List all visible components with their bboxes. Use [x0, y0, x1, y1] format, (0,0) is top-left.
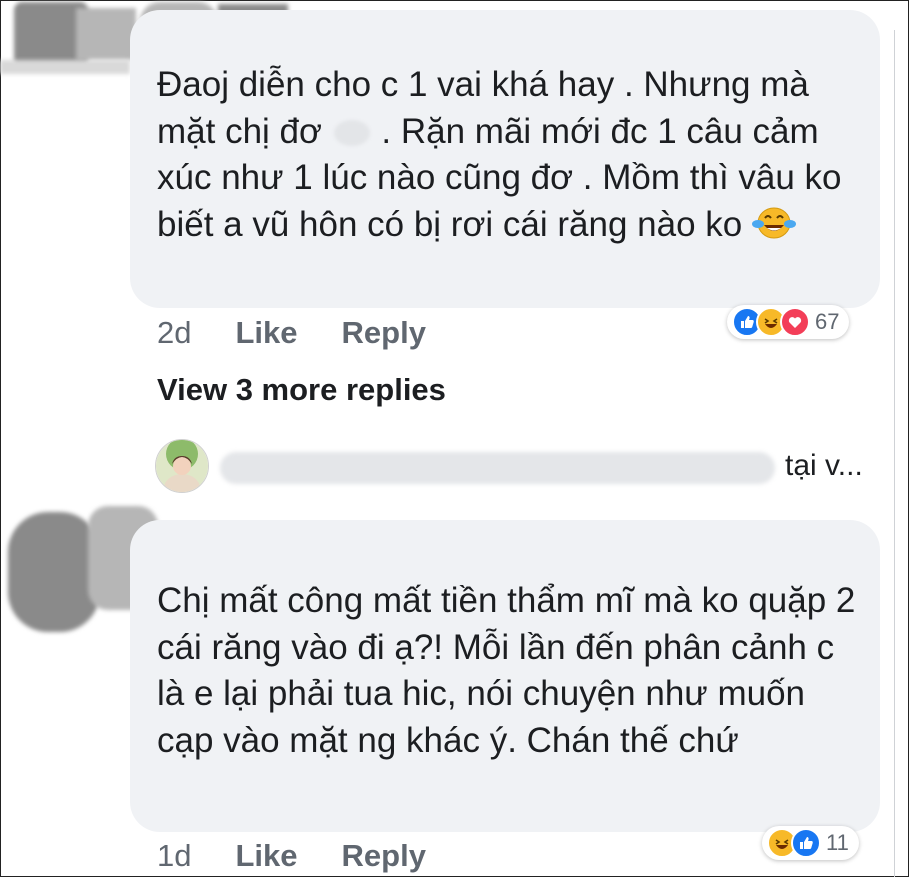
scrollbar-track[interactable] — [894, 30, 909, 877]
comment-timestamp[interactable]: 1d — [157, 838, 191, 874]
love-icon — [780, 307, 810, 337]
comment-bubble: Đaoj diễn cho c 1 vai khá hay . Nhưng mà… — [130, 10, 880, 308]
comment-timestamp[interactable]: 2d — [157, 315, 191, 351]
laughing-tears-emoji — [751, 205, 796, 244]
reaction-summary[interactable]: 11 — [762, 826, 859, 860]
reply-preview-text: tại v... — [785, 449, 863, 482]
reply-preview-row[interactable]: tại v... — [155, 438, 875, 494]
like-button[interactable]: Like — [235, 315, 297, 351]
redacted-word — [333, 120, 370, 147]
avatar — [155, 439, 209, 493]
reaction-count: 11 — [826, 830, 849, 855]
reaction-summary[interactable]: 67 — [727, 305, 850, 339]
reply-author-redacted — [220, 452, 775, 484]
comment-actions: 1d Like Reply — [157, 838, 426, 874]
comment-text: Đaoj diễn cho c 1 vai khá hay . Nhưng mà… — [157, 65, 842, 244]
comment-text: Chị mất công mất tiền thẩm mĩ mà ko quặp… — [157, 581, 856, 760]
reaction-count: 67 — [815, 309, 840, 334]
comment-bubble: Chị mất công mất tiền thẩm mĩ mà ko quặp… — [130, 520, 880, 832]
like-icon — [791, 828, 821, 858]
view-more-replies-link[interactable]: View 3 more replies — [157, 372, 446, 408]
like-button[interactable]: Like — [235, 838, 297, 874]
reply-button[interactable]: Reply — [342, 315, 426, 351]
reply-button[interactable]: Reply — [342, 838, 426, 874]
comment-actions: 2d Like Reply — [157, 315, 426, 351]
